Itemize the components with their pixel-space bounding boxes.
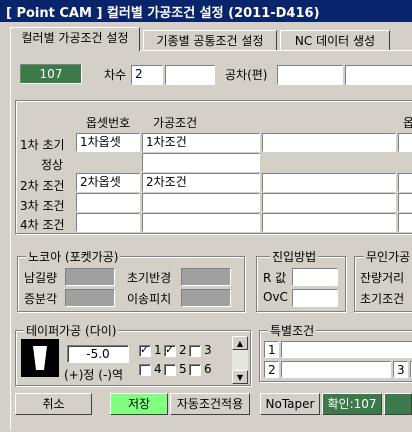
col-offset-cut-header: 옵 <box>403 116 412 130</box>
r-value-input[interactable] <box>292 268 338 286</box>
col-offset-header: 옵셋번호 <box>86 116 131 130</box>
row1-extra-2[interactable] <box>398 133 412 152</box>
taper-title: 테이퍼가공 (다이) <box>24 322 119 339</box>
row4-condition[interactable] <box>142 193 260 212</box>
taper-value-input[interactable]: -5.0 <box>67 345 129 363</box>
special-input-1[interactable] <box>281 341 412 358</box>
row1-condition[interactable]: 1차조건 <box>142 133 260 152</box>
tolerance-input-1[interactable] <box>277 65 343 85</box>
tolerance-label: 공차(편) <box>225 68 268 82</box>
order-input[interactable]: 2 <box>131 65 163 85</box>
arrow-down-icon[interactable]: ▼ <box>232 370 248 384</box>
row3-extra-2[interactable] <box>398 173 412 192</box>
taper-check-4-label: 4 <box>154 362 162 376</box>
color-code-display: 107 <box>20 64 82 84</box>
taper-check-2-label: 2 <box>179 343 187 357</box>
no-taper-button[interactable]: NoTaper <box>260 393 320 415</box>
init-radius-input[interactable] <box>181 268 231 286</box>
ovc-label: OvC <box>263 290 288 304</box>
init-radius-label: 초기반경 <box>127 271 172 285</box>
special-input-2[interactable] <box>281 361 391 378</box>
row4-extra[interactable] <box>262 193 396 212</box>
tolerance-input-2[interactable] <box>345 65 412 85</box>
entry-title: 진입방법 <box>270 248 319 265</box>
taper-check-3-label: 3 <box>204 343 212 357</box>
ovc-input[interactable] <box>292 289 338 307</box>
row5-offset[interactable] <box>76 213 140 232</box>
row3-condition[interactable]: 2차조건 <box>142 173 260 192</box>
nokoa-title: 노코아 (포켓가공) <box>26 248 121 265</box>
special-num-2[interactable]: 2 <box>264 361 279 378</box>
tab-label: 기종별 공통조건 설정 <box>156 34 264 48</box>
row3-offset[interactable]: 2차옵셋 <box>76 173 140 192</box>
pitch-label: 이송피치 <box>127 292 172 306</box>
taper-check-1-label: 1 <box>154 343 162 357</box>
row-label-1: 1차 초기 <box>20 138 65 152</box>
remain-input[interactable] <box>65 268 115 286</box>
save-button[interactable]: 저장 <box>110 393 168 415</box>
tab-nc-data[interactable]: NC 데이터 생성 <box>280 30 390 50</box>
row-label-3: 2차 조건 <box>20 179 65 193</box>
row5-condition[interactable] <box>142 213 260 232</box>
row3-extra[interactable] <box>262 173 396 192</box>
col-condition-header: 가공조건 <box>153 116 198 130</box>
auto-apply-button[interactable]: 자동조건적용 <box>170 393 250 415</box>
row5-extra[interactable] <box>262 213 396 232</box>
row4-offset[interactable] <box>76 193 140 212</box>
remain-label: 남길량 <box>24 271 58 285</box>
remain-dist-label: 잔량거리 <box>360 271 405 285</box>
row1-offset[interactable]: 1차옵셋 <box>76 133 140 152</box>
cancel-button[interactable]: 취소 <box>15 393 92 415</box>
taper-check-1[interactable] <box>139 343 151 357</box>
special-num-1[interactable]: 1 <box>264 341 279 358</box>
order-label: 차수 <box>104 68 127 82</box>
taper-check-5[interactable] <box>164 364 176 376</box>
special-num-3[interactable]: 3 <box>393 361 408 378</box>
title-bar: [ Point CAM ] 컬러별 가공조건 설정 (2011-D416) <box>0 0 412 22</box>
inc-angle-input[interactable] <box>65 289 115 307</box>
tab-label: NC 데이터 생성 <box>294 34 376 48</box>
row5-extra-2[interactable] <box>398 213 412 232</box>
taper-check-6-label: 6 <box>204 362 212 376</box>
taper-check-4[interactable] <box>139 364 151 376</box>
taper-check-6[interactable] <box>189 364 201 376</box>
confirm-button[interactable]: 확인:107 <box>322 393 382 415</box>
tab-label: 컬러별 가공조건 설정 <box>21 31 129 45</box>
order-extra-input[interactable] <box>165 65 215 85</box>
tab-color-condition[interactable]: 컬러별 가공조건 설정 <box>10 27 140 51</box>
taper-check-5-label: 5 <box>179 362 187 376</box>
init-cond-label: 초기조건 <box>360 292 405 306</box>
taper-sign-note: (+)정 (-)역 <box>64 368 124 382</box>
row1-extra[interactable] <box>262 133 396 152</box>
extra-green-button[interactable] <box>384 393 412 415</box>
row-label-5: 4차 조건 <box>20 218 65 232</box>
r-value-label: R 값 <box>263 271 287 285</box>
taper-check-3[interactable] <box>189 345 201 357</box>
taper-scrollbar-track[interactable] <box>232 350 248 370</box>
special-title: 특별조건 <box>268 322 317 339</box>
taper-check-2[interactable] <box>164 343 176 357</box>
arrow-up-icon[interactable]: ▲ <box>232 336 248 350</box>
row-label-2: 정상 <box>41 158 64 172</box>
row2-condition[interactable] <box>142 153 260 172</box>
taper-die-icon <box>21 339 59 377</box>
row4-extra-2[interactable] <box>398 193 412 212</box>
pitch-input[interactable] <box>181 289 231 307</box>
row-label-4: 3차 조건 <box>20 199 65 213</box>
window-title: [ Point CAM ] 컬러별 가공조건 설정 (2011-D416) <box>6 6 320 21</box>
tab-model-condition[interactable]: 기종별 공통조건 설정 <box>143 30 277 50</box>
unmanned-title: 무인가공 <box>364 248 412 265</box>
inc-angle-label: 증분각 <box>24 292 58 306</box>
